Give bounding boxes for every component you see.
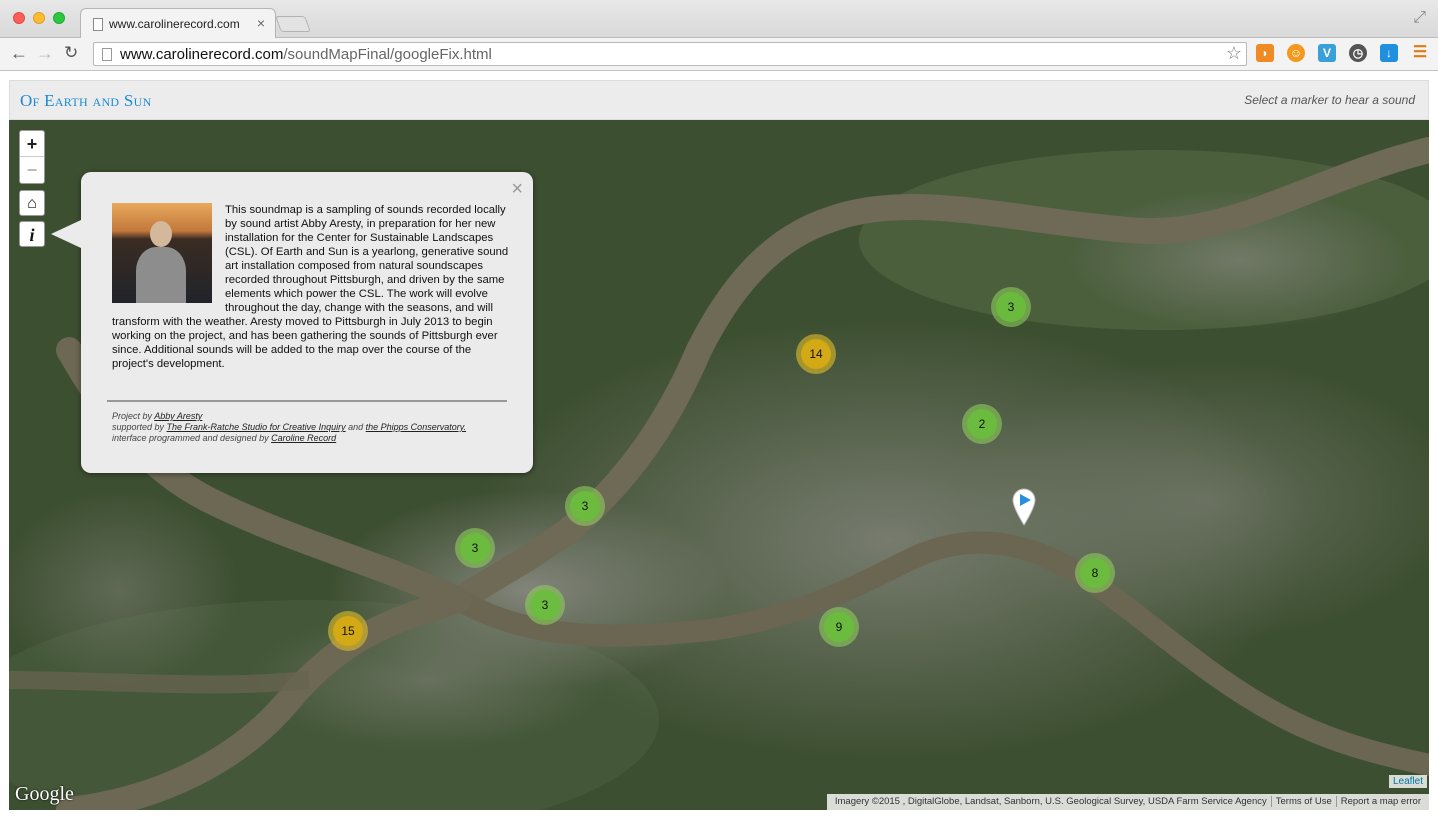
map-attribution: Imagery ©2015 , DigitalGlobe, Landsat, S… — [826, 794, 1429, 810]
rss-extension-icon[interactable]: ◗ — [1256, 44, 1274, 62]
sound-cluster-marker[interactable]: 14 — [796, 334, 836, 374]
fullscreen-icon[interactable]: ⤢ — [1413, 9, 1426, 27]
new-tab-button[interactable] — [275, 16, 311, 32]
cluster-count: 3 — [460, 533, 490, 563]
artist-link[interactable]: Abby Aresty — [154, 411, 202, 421]
sound-cluster-marker[interactable]: 3 — [565, 486, 605, 526]
address-bar[interactable]: www.carolinerecord.com/soundMapFinal/goo… — [93, 42, 1247, 66]
conservatory-link[interactable]: the Phipps Conservatory. — [366, 422, 466, 432]
reload-button[interactable]: ↻ — [64, 43, 78, 63]
credits: Project by Abby Aresty supported by The … — [112, 411, 522, 444]
cluster-count: 3 — [996, 292, 1026, 322]
cluster-count: 3 — [570, 491, 600, 521]
credit-label: supported by — [112, 422, 167, 432]
download-extension-icon[interactable]: ↓ — [1380, 44, 1398, 62]
studio-link[interactable]: The Frank-Ratche Studio for Creative Inq… — [167, 422, 346, 432]
v-extension-icon[interactable]: V — [1318, 44, 1336, 62]
cluster-count: 2 — [967, 409, 997, 439]
clock-extension-icon[interactable]: ◷ — [1349, 44, 1367, 62]
url-host: www.carolinerecord.com — [120, 46, 284, 63]
imagery-credit: Imagery ©2015 , DigitalGlobe, Landsat, S… — [834, 796, 1267, 807]
window-maximize-button[interactable] — [53, 12, 65, 24]
designer-link[interactable]: Caroline Record — [271, 433, 336, 443]
sound-cluster-marker[interactable]: 3 — [455, 528, 495, 568]
sound-cluster-marker[interactable]: 2 — [962, 404, 1002, 444]
credit-label: Project by — [112, 411, 155, 421]
browser-tab[interactable]: www.carolinerecord.com × — [80, 8, 276, 39]
bookmark-star-icon[interactable]: ☆ — [1226, 43, 1242, 64]
tab-close-icon[interactable]: × — [257, 15, 265, 31]
page-icon — [102, 48, 112, 61]
sound-cluster-marker[interactable]: 8 — [1075, 553, 1115, 593]
divider — [107, 400, 507, 402]
browser-titlebar: www.carolinerecord.com × ⤢ — [0, 0, 1438, 39]
site-title[interactable]: Of Earth and Sun — [20, 91, 152, 111]
close-panel-icon[interactable]: × — [511, 178, 523, 201]
leaflet-link[interactable]: Leaflet — [1388, 775, 1427, 788]
google-logo: Google — [15, 783, 74, 805]
about-info-panel: × This soundmap is a sampling of sounds … — [51, 172, 533, 473]
forward-button[interactable]: → — [36, 43, 54, 64]
cluster-count: 15 — [333, 616, 363, 646]
cluster-count: 3 — [530, 590, 560, 620]
menu-icon[interactable]: ☰ — [1411, 44, 1429, 62]
about-text-block: This soundmap is a sampling of sounds re… — [112, 203, 516, 371]
url-text: www.carolinerecord.com/soundMapFinal/goo… — [120, 46, 492, 63]
browser-toolbar: ← → ↻ www.carolinerecord.com/soundMapFin… — [0, 38, 1438, 71]
cluster-count: 14 — [801, 339, 831, 369]
panel-pointer — [51, 220, 81, 248]
info-button[interactable]: i — [19, 221, 45, 247]
tab-title: www.carolinerecord.com — [109, 17, 240, 31]
satellite-map[interactable]: + − ⌂ i 3 14 2 3 3 3 15 9 8 × This sound… — [9, 120, 1429, 810]
url-path: /soundMapFinal/googleFix.html — [283, 46, 492, 63]
sound-cluster-marker[interactable]: 3 — [525, 585, 565, 625]
credit-label: and — [345, 422, 366, 432]
info-icon: i — [29, 225, 35, 245]
zoom-in-button[interactable]: + — [20, 131, 44, 157]
terms-link[interactable]: Terms of Use — [1270, 796, 1336, 807]
home-icon: ⌂ — [27, 195, 37, 212]
cluster-count: 8 — [1080, 558, 1110, 588]
home-button[interactable]: ⌂ — [19, 190, 45, 216]
report-error-link[interactable]: Report a map error — [1335, 796, 1425, 807]
sound-cluster-marker[interactable]: 3 — [991, 287, 1031, 327]
sound-cluster-marker[interactable]: 15 — [328, 611, 368, 651]
zoom-out-button[interactable]: − — [20, 157, 44, 183]
page-icon — [93, 18, 103, 31]
instruction-text: Select a marker to hear a sound — [1244, 93, 1415, 107]
credit-label: interface programmed and designed by — [112, 433, 272, 443]
back-button[interactable]: ← — [10, 43, 28, 64]
sound-cluster-marker[interactable]: 9 — [819, 607, 859, 647]
zoom-control: + − — [19, 130, 45, 184]
face-extension-icon[interactable]: ☺ — [1287, 44, 1305, 62]
play-sound-marker[interactable] — [1012, 488, 1036, 526]
cluster-count: 9 — [824, 612, 854, 642]
window-minimize-button[interactable] — [33, 12, 45, 24]
window-close-button[interactable] — [13, 12, 25, 24]
page-header: Of Earth and Sun Select a marker to hear… — [9, 80, 1429, 120]
